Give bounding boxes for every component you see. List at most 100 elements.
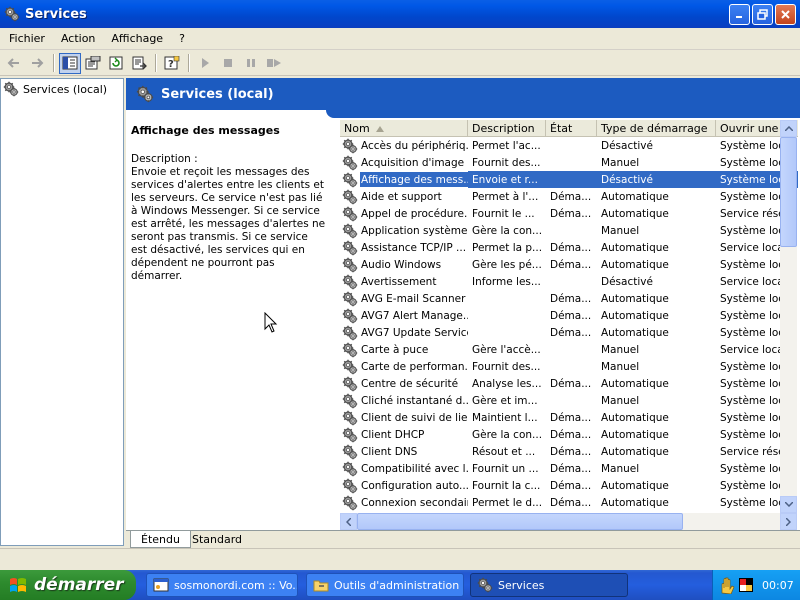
service-gear-icon <box>342 155 358 171</box>
start-button[interactable]: démarrer <box>0 570 136 600</box>
service-name: Application système... <box>361 224 468 237</box>
restore-button[interactable] <box>752 4 773 25</box>
forward-button[interactable] <box>26 53 48 74</box>
task-label: sosmonordi.com :: Vo... <box>174 578 298 592</box>
vertical-scrollbar[interactable] <box>780 120 797 513</box>
service-name: Client DNS <box>361 445 418 458</box>
close-button[interactable] <box>775 4 796 25</box>
service-gear-icon <box>342 342 358 358</box>
service-name: Configuration auto... <box>361 479 468 492</box>
show-hide-tree-icon <box>62 56 78 70</box>
minimize-button[interactable] <box>729 4 750 25</box>
services-gear-icon <box>136 85 154 103</box>
scroll-down-button[interactable] <box>780 496 797 513</box>
service-row[interactable]: Client DNS Résout et ... Déma... Automatiqu… <box>340 443 798 460</box>
service-row[interactable]: Application système... Gère la con... Manu… <box>340 222 798 239</box>
scroll-up-button[interactable] <box>780 120 797 137</box>
service-row[interactable]: Affichage des mess... Envoie et r... Désac… <box>340 171 798 188</box>
service-row[interactable]: Audio Windows Gère les pé... Déma... Automa… <box>340 256 798 273</box>
menu-help[interactable]: ? <box>171 32 193 45</box>
service-status <box>546 137 597 154</box>
vertical-scroll-thumb[interactable] <box>780 137 797 247</box>
column-header-description[interactable]: Description <box>468 120 546 137</box>
scroll-right-button[interactable] <box>780 513 797 530</box>
horizontal-scrollbar[interactable] <box>340 513 797 530</box>
task-button-browser[interactable]: sosmonordi.com :: Vo... <box>146 573 298 597</box>
restart-service-button[interactable] <box>263 53 285 74</box>
service-row[interactable]: Client DHCP Gère la con... Déma... Automati… <box>340 426 798 443</box>
task-button-admin-tools[interactable]: Outils d'administration <box>306 573 464 597</box>
service-name-cell: Assistance TCP/IP ... <box>340 239 468 256</box>
service-status <box>546 154 597 171</box>
stop-service-button[interactable] <box>217 53 239 74</box>
column-header-etat[interactable]: État <box>546 120 597 137</box>
back-arrow-icon <box>7 58 19 68</box>
window-title: Services <box>25 6 87 22</box>
description-label: Description : <box>131 153 198 165</box>
window-controls <box>729 4 796 25</box>
services-gear-icon <box>3 81 19 97</box>
clock: 00:07 <box>762 578 794 592</box>
service-startup-type: Automatique <box>601 207 669 220</box>
service-row[interactable]: AVG E-mail Scanner Déma... Automatique Syst… <box>340 290 798 307</box>
service-row[interactable]: Cliché instantané d... Gère et im... Manue… <box>340 392 798 409</box>
service-row[interactable]: Configuration auto... Fournit la c... Déma… <box>340 477 798 494</box>
service-description: Informe les... <box>472 275 541 288</box>
service-row[interactable]: Client de suivi de lie... Maintient l... D… <box>340 409 798 426</box>
service-row[interactable]: Appel de procédure... Fournit le ... Déma.… <box>340 205 798 222</box>
back-button[interactable] <box>3 53 25 74</box>
menu-fichier[interactable]: Fichier <box>0 32 53 45</box>
properties-button[interactable] <box>82 53 104 74</box>
minimize-icon <box>736 16 742 18</box>
color-tray-icon[interactable] <box>738 577 754 593</box>
show-hide-tree-button[interactable] <box>59 52 81 74</box>
service-row[interactable]: Assistance TCP/IP ... Permet la p... Déma.… <box>340 239 798 256</box>
export-list-icon <box>132 56 147 70</box>
help-button[interactable]: ? <box>161 53 183 74</box>
service-row[interactable]: Carte de performan... Fournit des... Manue… <box>340 358 798 375</box>
service-startup-type: Manuel <box>601 343 640 356</box>
service-startup-type: Automatique <box>601 190 669 203</box>
service-startup-type: Automatique <box>601 428 669 441</box>
service-row[interactable]: Carte à puce Gère l'accè... Manuel Service … <box>340 341 798 358</box>
tab-standard[interactable]: Standard <box>182 531 252 548</box>
start-service-button[interactable] <box>194 53 216 74</box>
service-status: Déma... <box>550 309 592 322</box>
scroll-left-icon <box>346 517 351 526</box>
services-list[interactable]: Nom Description État Type de démarrage O… <box>340 120 798 530</box>
service-row[interactable]: Avertissement Informe les... Désactivé Serv… <box>340 273 798 290</box>
service-row[interactable]: Acquisition d'image ... Fournit des... Man… <box>340 154 798 171</box>
export-list-button[interactable] <box>128 53 150 74</box>
service-row[interactable]: AVG7 Alert Manage... Déma... Automatique Sy… <box>340 307 798 324</box>
service-row[interactable]: Aide et support Permet à l'... Déma... Auto… <box>340 188 798 205</box>
service-startup-type: Manuel <box>601 156 640 169</box>
refresh-button[interactable] <box>105 53 127 74</box>
column-header-nom[interactable]: Nom <box>340 120 468 137</box>
task-button-services[interactable]: Services <box>470 573 628 597</box>
pause-service-button[interactable] <box>240 53 262 74</box>
hand-tray-icon[interactable] <box>718 576 738 594</box>
toolbar-separator <box>155 54 157 72</box>
menu-affichage[interactable]: Affichage <box>103 32 171 45</box>
service-row[interactable]: Centre de sécurité Analyse les... Déma... A… <box>340 375 798 392</box>
scroll-left-button[interactable] <box>340 513 357 530</box>
tree-item-label: Services (local) <box>23 82 108 96</box>
horizontal-scroll-thumb[interactable] <box>357 513 683 530</box>
service-row[interactable]: Connexion secondaire Permet le d... Déma..… <box>340 494 798 511</box>
service-status <box>546 171 597 188</box>
service-description: Fournit la c... <box>472 479 541 492</box>
service-name-cell: Avertissement <box>340 273 468 290</box>
service-status <box>546 341 597 358</box>
menu-action[interactable]: Action <box>53 32 103 45</box>
service-row[interactable]: Accès du périphériq... Permet l'ac... Désa… <box>340 137 798 154</box>
toolbar-separator <box>53 54 55 72</box>
list-body: Accès du périphériq... Permet l'ac... Désa… <box>340 137 798 511</box>
service-startup-type: Automatique <box>601 411 669 424</box>
tree-item-services-local[interactable]: Services (local) <box>1 79 123 99</box>
service-status: Déma... <box>550 411 592 424</box>
mouse-cursor-icon <box>264 312 278 333</box>
service-row[interactable]: Compatibilité avec l... Fournit un ... Dém… <box>340 460 798 477</box>
service-row[interactable]: AVG7 Update Service Déma... Automatique Sys… <box>340 324 798 341</box>
column-header-type[interactable]: Type de démarrage <box>597 120 716 137</box>
service-gear-icon <box>342 206 358 222</box>
